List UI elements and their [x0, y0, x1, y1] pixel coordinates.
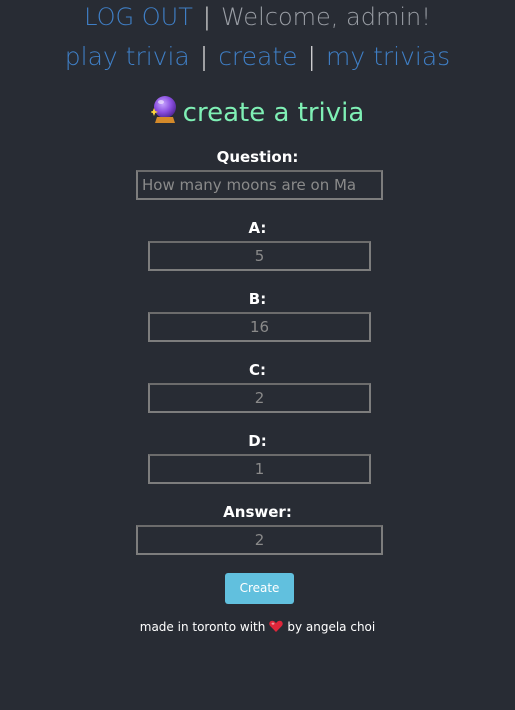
option-b-label: B:: [248, 290, 267, 308]
option-a-input[interactable]: 5: [148, 241, 371, 271]
answer-input[interactable]: 2: [136, 525, 383, 555]
my-trivias-link[interactable]: my trivias: [326, 42, 450, 71]
question-label: Question:: [216, 148, 299, 166]
option-d-input[interactable]: 1: [148, 454, 371, 484]
option-c-input[interactable]: 2: [148, 383, 371, 413]
create-link[interactable]: create: [218, 42, 297, 71]
create-button[interactable]: Create: [225, 573, 294, 604]
nav-separator: |: [199, 42, 209, 71]
top-nav-row: LOG OUT | Welcome, admin!: [0, 3, 515, 31]
option-a-label: A:: [248, 219, 267, 237]
welcome-text: Welcome, admin!: [220, 3, 431, 31]
answer-label: Answer:: [223, 503, 292, 521]
page-title-row: create a trivia: [0, 95, 515, 128]
option-d-label: D:: [248, 432, 267, 450]
option-b-input[interactable]: 16: [148, 312, 371, 342]
option-c-label: C:: [248, 361, 266, 379]
footer-prefix: made in toronto with: [139, 620, 266, 634]
footer-suffix: by angela choi: [287, 620, 376, 634]
play-trivia-link[interactable]: play trivia: [65, 42, 190, 71]
main-nav-row: play trivia | create | my trivias: [0, 42, 515, 71]
question-input[interactable]: How many moons are on Ma: [136, 170, 383, 200]
page-title: create a trivia: [182, 98, 365, 128]
heart-icon: [269, 620, 284, 632]
nav-separator: |: [202, 3, 211, 31]
logout-link[interactable]: LOG OUT: [84, 3, 193, 31]
footer: made in toronto with by angela choi: [0, 620, 515, 634]
crystal-ball-icon: [150, 96, 176, 123]
nav-separator: |: [307, 42, 316, 71]
